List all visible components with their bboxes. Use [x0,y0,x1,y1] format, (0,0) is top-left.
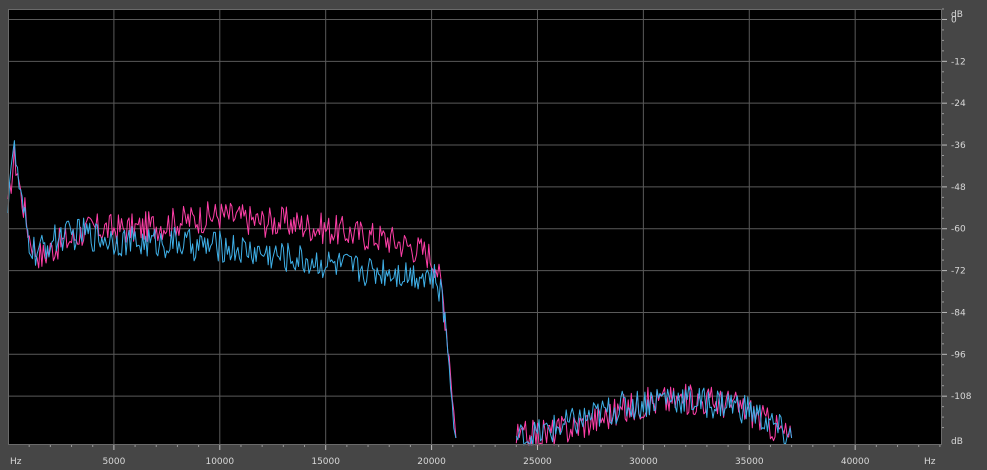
x-unit-label-left: Hz [10,457,22,467]
x-tick-label: 10000 [205,457,234,467]
y-unit-label-bottom: dB [951,437,963,447]
y-tick-label: -24 [951,99,966,109]
x-tick-label: 25000 [523,457,552,467]
x-tick-label: 15000 [311,457,340,467]
x-tick-label: 40000 [841,457,870,467]
y-tick-label: -36 [951,141,966,151]
y-tick-label: -96 [951,350,966,360]
x-unit-label-right: Hz [924,457,936,467]
x-tick-label: 5000 [102,457,125,467]
x-tick-label: 35000 [735,457,764,467]
y-tick-label: -48 [951,183,966,193]
spectrum-chart: 5000 10000 15000 20000 25000 30000 35000 400000… [0,0,987,470]
y-tick-label: -84 [951,308,966,318]
y-tick-label: -60 [951,225,966,235]
x-tick-label: 20000 [417,457,446,467]
x-tick-label: 30000 [629,457,658,467]
y-tick-label: -72 [951,267,966,277]
y-tick-label: -108 [951,392,972,402]
y-unit-label-top: dB [951,10,963,20]
y-tick-label: -12 [951,57,966,67]
